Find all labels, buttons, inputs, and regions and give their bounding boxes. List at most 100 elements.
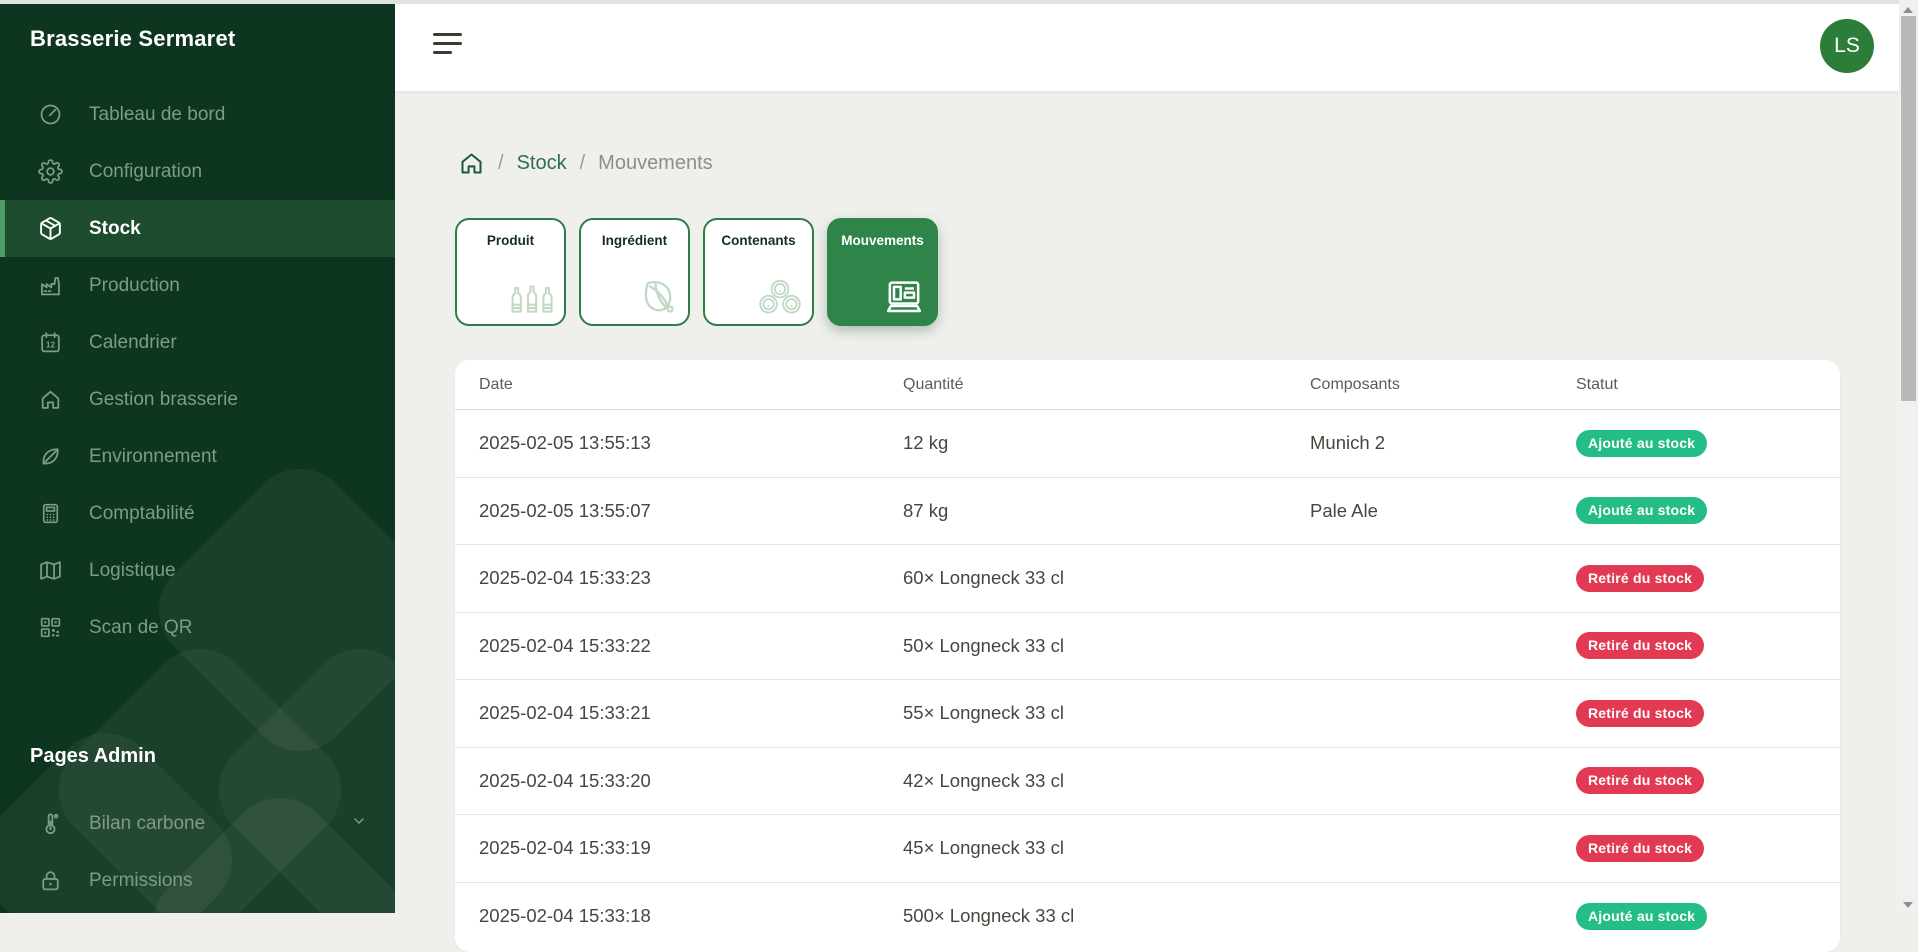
cell-component: Munich 2 — [1310, 432, 1576, 454]
cell-quantity: 60× Longneck 33 cl — [903, 567, 1310, 589]
status-badge: Retiré du stock — [1576, 767, 1704, 794]
sidebar-item-bilan-carbone[interactable]: Bilan carbone — [0, 795, 395, 852]
tab-contenants[interactable]: Contenants — [703, 218, 814, 326]
tab-label: Contenants — [705, 233, 812, 248]
scrollbar-up-arrow[interactable] — [1903, 7, 1913, 13]
sidebar-item-label: Production — [89, 275, 180, 297]
leaf-icon — [38, 444, 63, 469]
vertical-scrollbar[interactable] — [1899, 0, 1918, 913]
status-badge: Retiré du stock — [1576, 632, 1704, 659]
qr-icon — [38, 615, 63, 640]
menu-toggle-button[interactable] — [433, 33, 463, 54]
brand-title: Brasserie Sermaret — [30, 26, 235, 52]
barrels-icon — [757, 278, 803, 316]
sidebar-item-stock[interactable]: Stock — [0, 200, 395, 257]
factory-icon — [38, 273, 63, 298]
cell-component: Pale Ale — [1310, 500, 1576, 522]
table-row: 2025-02-04 15:33:20 42× Longneck 33 cl R… — [455, 748, 1840, 816]
sidebar-item-environnement[interactable]: Environnement — [0, 428, 395, 485]
scrollbar-thumb[interactable] — [1901, 16, 1916, 401]
status-badge: Ajouté au stock — [1576, 903, 1707, 930]
sidebar-item-production[interactable]: Production — [0, 257, 395, 314]
register-icon — [881, 276, 927, 316]
table-row: 2025-02-04 15:33:22 50× Longneck 33 cl R… — [455, 613, 1840, 681]
sidebar-item-configuration[interactable]: Configuration — [0, 143, 395, 200]
cell-quantity: 45× Longneck 33 cl — [903, 837, 1310, 859]
home-icon[interactable] — [458, 150, 485, 177]
table-row: 2025-02-04 15:33:19 45× Longneck 33 cl R… — [455, 815, 1840, 883]
cell-quantity: 50× Longneck 33 cl — [903, 635, 1310, 657]
status-badge: Retiré du stock — [1576, 565, 1704, 592]
lock-icon — [38, 868, 63, 893]
sidebar-item-comptabilite[interactable]: Comptabilité — [0, 485, 395, 542]
tab-ingredient[interactable]: Ingrédient — [579, 218, 690, 326]
column-header-quantite: Quantité — [903, 376, 1310, 394]
tab-produit[interactable]: Produit — [455, 218, 566, 326]
map-icon — [38, 558, 63, 583]
sidebar-item-gestion-brasserie[interactable]: Gestion brasserie — [0, 371, 395, 428]
sidebar-item-scan-de-qr[interactable]: Scan de QR — [0, 599, 395, 656]
movements-table: Date Quantité Composants Statut 2025-02-… — [455, 360, 1840, 952]
gauge-icon — [38, 102, 63, 127]
bottles-icon — [509, 280, 555, 316]
chevron-down-icon[interactable] — [351, 813, 367, 834]
gear-icon — [38, 159, 63, 184]
cell-date: 2025-02-04 15:33:20 — [479, 770, 903, 792]
sidebar-item-label: Comptabilité — [89, 503, 195, 525]
sidebar-item-logistique[interactable]: Logistique — [0, 542, 395, 599]
status-badge: Retiré du stock — [1576, 700, 1704, 727]
sidebar-item-label: Calendrier — [89, 332, 177, 354]
sidebar-item-permissions[interactable]: Permissions — [0, 852, 395, 909]
breadcrumb-separator: / — [498, 152, 504, 175]
cell-quantity: 500× Longneck 33 cl — [903, 905, 1310, 927]
cell-status: Retiré du stock — [1576, 565, 1816, 592]
tab-label: Produit — [457, 233, 564, 248]
cell-status: Retiré du stock — [1576, 767, 1816, 794]
sidebar-item-label: Tableau de bord — [89, 104, 225, 126]
cell-status: Ajouté au stock — [1576, 430, 1816, 457]
table-header-row: Date Quantité Composants Statut — [455, 360, 1840, 410]
breadcrumb-link-stock[interactable]: Stock — [517, 152, 567, 175]
breadcrumb: / Stock / Mouvements — [458, 150, 713, 177]
cell-quantity: 87 kg — [903, 500, 1310, 522]
sidebar-item-label: Stock — [89, 218, 141, 240]
status-badge: Retiré du stock — [1576, 835, 1704, 862]
table-row: 2025-02-04 15:33:18 500× Longneck 33 cl … — [455, 883, 1840, 951]
cell-quantity: 12 kg — [903, 432, 1310, 454]
cell-status: Retiré du stock — [1576, 632, 1816, 659]
svg-text:12: 12 — [46, 340, 56, 350]
table-row: 2025-02-04 15:33:23 60× Longneck 33 cl R… — [455, 545, 1840, 613]
breadcrumb-current: Mouvements — [598, 152, 713, 175]
sidebar-item-label: Gestion brasserie — [89, 389, 238, 411]
status-badge: Ajouté au stock — [1576, 497, 1707, 524]
sidebar-admin-nav: Bilan carbone Permissions — [0, 795, 395, 909]
window-top-edge — [0, 0, 1918, 4]
sidebar-item-calendrier[interactable]: 12 Calendrier — [0, 314, 395, 371]
sidebar-item-label: Logistique — [89, 560, 176, 582]
avatar[interactable]: LS — [1820, 19, 1874, 73]
cell-date: 2025-02-04 15:33:18 — [479, 905, 903, 927]
sidebar-item-label: Scan de QR — [89, 617, 193, 639]
sidebar-item-label: Bilan carbone — [89, 813, 205, 835]
cell-status: Retiré du stock — [1576, 700, 1816, 727]
cell-date: 2025-02-04 15:33:23 — [479, 567, 903, 589]
tab-mouvements[interactable]: Mouvements — [827, 218, 938, 326]
cell-date: 2025-02-05 13:55:07 — [479, 500, 903, 522]
admin-section-heading: Pages Admin — [30, 745, 156, 768]
cell-quantity: 55× Longneck 33 cl — [903, 702, 1310, 724]
sidebar-nav: Tableau de bord Configuration Stock Prod… — [0, 86, 395, 656]
status-badge: Ajouté au stock — [1576, 430, 1707, 457]
sidebar-item-label: Configuration — [89, 161, 202, 183]
breadcrumb-separator: / — [580, 152, 586, 175]
hop-icon — [637, 276, 679, 316]
house-icon — [38, 387, 63, 412]
cell-status: Retiré du stock — [1576, 835, 1816, 862]
main-area: LS / Stock / Mouvements Produit Ingrédie… — [395, 0, 1899, 913]
cell-status: Ajouté au stock — [1576, 497, 1816, 524]
column-header-statut: Statut — [1576, 376, 1816, 394]
table-row: 2025-02-05 13:55:07 87 kg Pale Ale Ajout… — [455, 478, 1840, 546]
cell-quantity: 42× Longneck 33 cl — [903, 770, 1310, 792]
scrollbar-down-arrow[interactable] — [1903, 902, 1913, 908]
sidebar-item-tableau-de-bord[interactable]: Tableau de bord — [0, 86, 395, 143]
column-header-date: Date — [479, 376, 903, 394]
